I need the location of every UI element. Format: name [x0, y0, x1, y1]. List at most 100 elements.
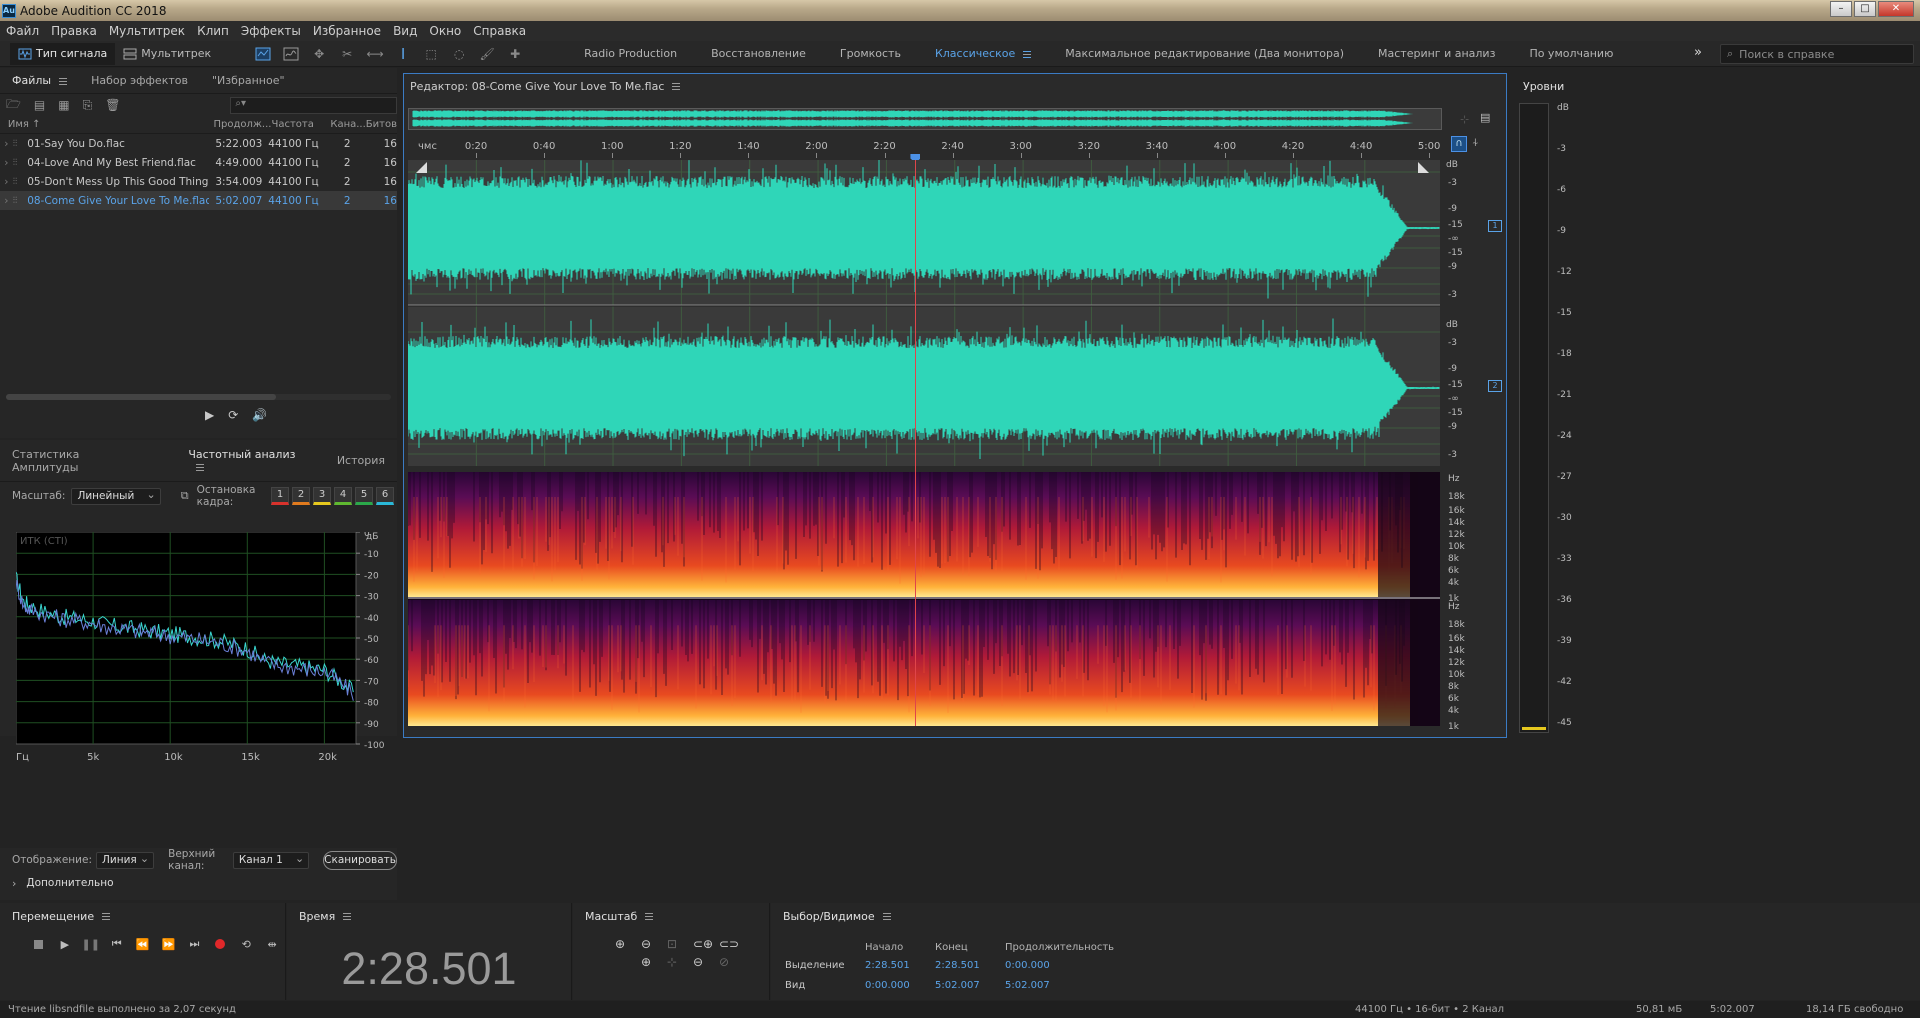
tab-amplitude-stats[interactable]: Статистика Амплитуды: [0, 448, 158, 474]
menu-window[interactable]: Окно: [429, 24, 461, 38]
more-workspaces-icon[interactable]: »: [1694, 45, 1702, 60]
scale-dropdown[interactable]: Линейный: [71, 487, 161, 505]
tab-frequency-analysis[interactable]: Частотный анализ: [158, 448, 320, 474]
overview-navigator[interactable]: [408, 108, 1442, 130]
workspace-loudness[interactable]: Громкость: [840, 47, 901, 60]
file-row-selected[interactable]: › ⫶⫶ 08-Come Give Your Love To Me.flac 5:0…: [0, 191, 397, 210]
frame-button-3[interactable]: 3: [313, 487, 331, 505]
record-icon[interactable]: [207, 933, 233, 955]
file-row[interactable]: ›⫶⫶ 05-Don't Mess Up This Good Thing.fla…: [0, 172, 397, 191]
more-label[interactable]: Дополнительно: [26, 877, 113, 889]
selection-end[interactable]: 2:28.501: [935, 960, 1005, 971]
brush-tool-icon[interactable]: 🖌: [477, 44, 497, 64]
zoom-to-selection-h-icon[interactable]: ⊡: [667, 937, 691, 951]
expand-icon[interactable]: ›: [0, 157, 13, 169]
open-folder-icon[interactable]: 🗁: [6, 95, 21, 116]
expand-icon[interactable]: ›: [0, 195, 13, 207]
col-bits[interactable]: Битов: [366, 119, 397, 130]
close-button[interactable]: ✕: [1878, 1, 1914, 17]
zoom-out-time-icon[interactable]: ⊖: [693, 955, 717, 969]
lasso-tool-icon[interactable]: ◌: [449, 44, 469, 64]
zoom-selection-icon[interactable]: ⊹: [667, 955, 691, 969]
workspace-classic[interactable]: Классическое: [935, 47, 1032, 60]
tab-favorites[interactable]: "Избранное": [200, 74, 297, 87]
slip-tool-icon[interactable]: ⟷: [365, 44, 385, 64]
skip-icon[interactable]: ⇹: [259, 933, 285, 955]
file-row[interactable]: › ⫶⫶ 04-Love And My Best Friend.flac 4:49.…: [0, 153, 397, 172]
tab-files[interactable]: Файлы: [0, 74, 79, 87]
col-duration[interactable]: Продолж...: [214, 119, 272, 130]
spot-healing-icon[interactable]: ✚: [505, 44, 525, 64]
menu-edit[interactable]: Правка: [51, 24, 97, 38]
view-duration[interactable]: 5:02.007: [1005, 980, 1125, 991]
preview-volume-icon[interactable]: 🔊: [252, 408, 267, 422]
pitch-display-icon[interactable]: [281, 44, 301, 64]
scan-button[interactable]: Сканировать: [323, 850, 397, 870]
time-display[interactable]: 2:28.501: [287, 943, 571, 995]
col-channels[interactable]: Кана...: [330, 119, 365, 130]
time-ruler[interactable]: чмс 0:20 0:40 1:00 1:20 1:40 2:00 2:20 2:40 3:00…: [408, 139, 1440, 158]
zoom-out-full-icon[interactable]: ⊂⊃: [719, 937, 743, 951]
preview-play-icon[interactable]: ▶: [205, 408, 214, 422]
pause-icon[interactable]: ❚❚: [78, 933, 104, 955]
menu-file[interactable]: Файл: [6, 24, 39, 38]
move-tool-icon[interactable]: ✥: [309, 44, 329, 64]
delete-icon[interactable]: 🗑: [105, 98, 120, 112]
channel-dropdown[interactable]: Канал 1: [232, 851, 310, 869]
playhead-line[interactable]: [915, 160, 917, 726]
menu-multitrack[interactable]: Мультитрек: [109, 24, 185, 38]
frame-button-1[interactable]: 1: [271, 487, 289, 505]
menu-help[interactable]: Справка: [473, 24, 526, 38]
zoom-in-full-icon[interactable]: ⊕: [641, 955, 665, 969]
marquee-tool-icon[interactable]: ⬚: [421, 44, 441, 64]
expand-icon[interactable]: ›: [0, 176, 13, 188]
zoom-out-amplitude-icon[interactable]: ⊖: [641, 937, 665, 951]
freeze-frame-icon[interactable]: ⧉: [181, 489, 189, 503]
loop-icon[interactable]: ⟲: [233, 933, 259, 955]
fast-forward-icon[interactable]: ⏩: [156, 933, 182, 955]
col-rate[interactable]: Частота: [271, 119, 330, 130]
spectral-view-icon[interactable]: [253, 44, 273, 64]
menu-view[interactable]: Вид: [393, 24, 417, 38]
rewind-icon[interactable]: ⏪: [130, 933, 156, 955]
zoom-to-selection-icon[interactable]: ⊹: [1460, 113, 1469, 126]
files-search-input[interactable]: ⌕▾: [230, 96, 397, 114]
go-to-start-icon[interactable]: ⏮: [104, 933, 130, 955]
workspace-restoration[interactable]: Восстановление: [711, 47, 806, 60]
zoom-in-time-icon[interactable]: ⊂⊕: [693, 937, 717, 951]
tab-history[interactable]: История: [321, 454, 397, 467]
workspace-mastering[interactable]: Мастеринг и анализ: [1378, 47, 1495, 60]
tab-waveform[interactable]: Тип сигнала: [10, 42, 116, 65]
import-file-icon[interactable]: ▤: [34, 98, 45, 112]
channel-2-badge[interactable]: 2: [1488, 380, 1502, 392]
view-start[interactable]: 0:00.000: [865, 980, 935, 991]
help-search-input[interactable]: ⌕ Поиск в справке: [1720, 44, 1914, 64]
tab-effects-rack[interactable]: Набор эффектов: [79, 74, 200, 87]
zoom-in-amplitude-icon[interactable]: ⊕: [615, 937, 639, 951]
display-dropdown[interactable]: Линия: [96, 851, 155, 869]
marker-pin-icon[interactable]: ⍭: [1472, 136, 1479, 150]
frame-button-5[interactable]: 5: [355, 487, 373, 505]
channel-1-badge[interactable]: 1: [1488, 220, 1502, 232]
menu-effects[interactable]: Эффекты: [241, 24, 301, 38]
stop-icon[interactable]: [26, 933, 52, 955]
expand-icon[interactable]: ›: [0, 138, 13, 150]
play-icon[interactable]: ▶: [52, 933, 78, 955]
waveform-area[interactable]: [407, 158, 1440, 466]
time-selection-tool-icon[interactable]: I: [393, 44, 413, 64]
files-scrollbar[interactable]: [6, 394, 391, 400]
insert-multitrack-icon[interactable]: ⎘: [83, 98, 93, 113]
new-file-icon[interactable]: ▦: [58, 98, 69, 112]
menu-favorites[interactable]: Избранное: [313, 24, 381, 38]
frame-button-6[interactable]: 6: [376, 487, 394, 505]
workspace-default[interactable]: По умолчанию: [1529, 47, 1613, 60]
tab-multitrack[interactable]: Мультитрек: [115, 43, 219, 65]
zoom-reset-icon[interactable]: ⊘: [719, 955, 743, 969]
selection-start[interactable]: 2:28.501: [865, 960, 935, 971]
go-to-end-icon[interactable]: ⏭: [181, 933, 207, 955]
frame-button-4[interactable]: 4: [334, 487, 352, 505]
maximize-button[interactable]: □: [1854, 1, 1876, 17]
view-end[interactable]: 5:02.007: [935, 980, 1005, 991]
menu-clip[interactable]: Клип: [197, 24, 229, 38]
col-name[interactable]: Имя ↑: [8, 119, 214, 130]
